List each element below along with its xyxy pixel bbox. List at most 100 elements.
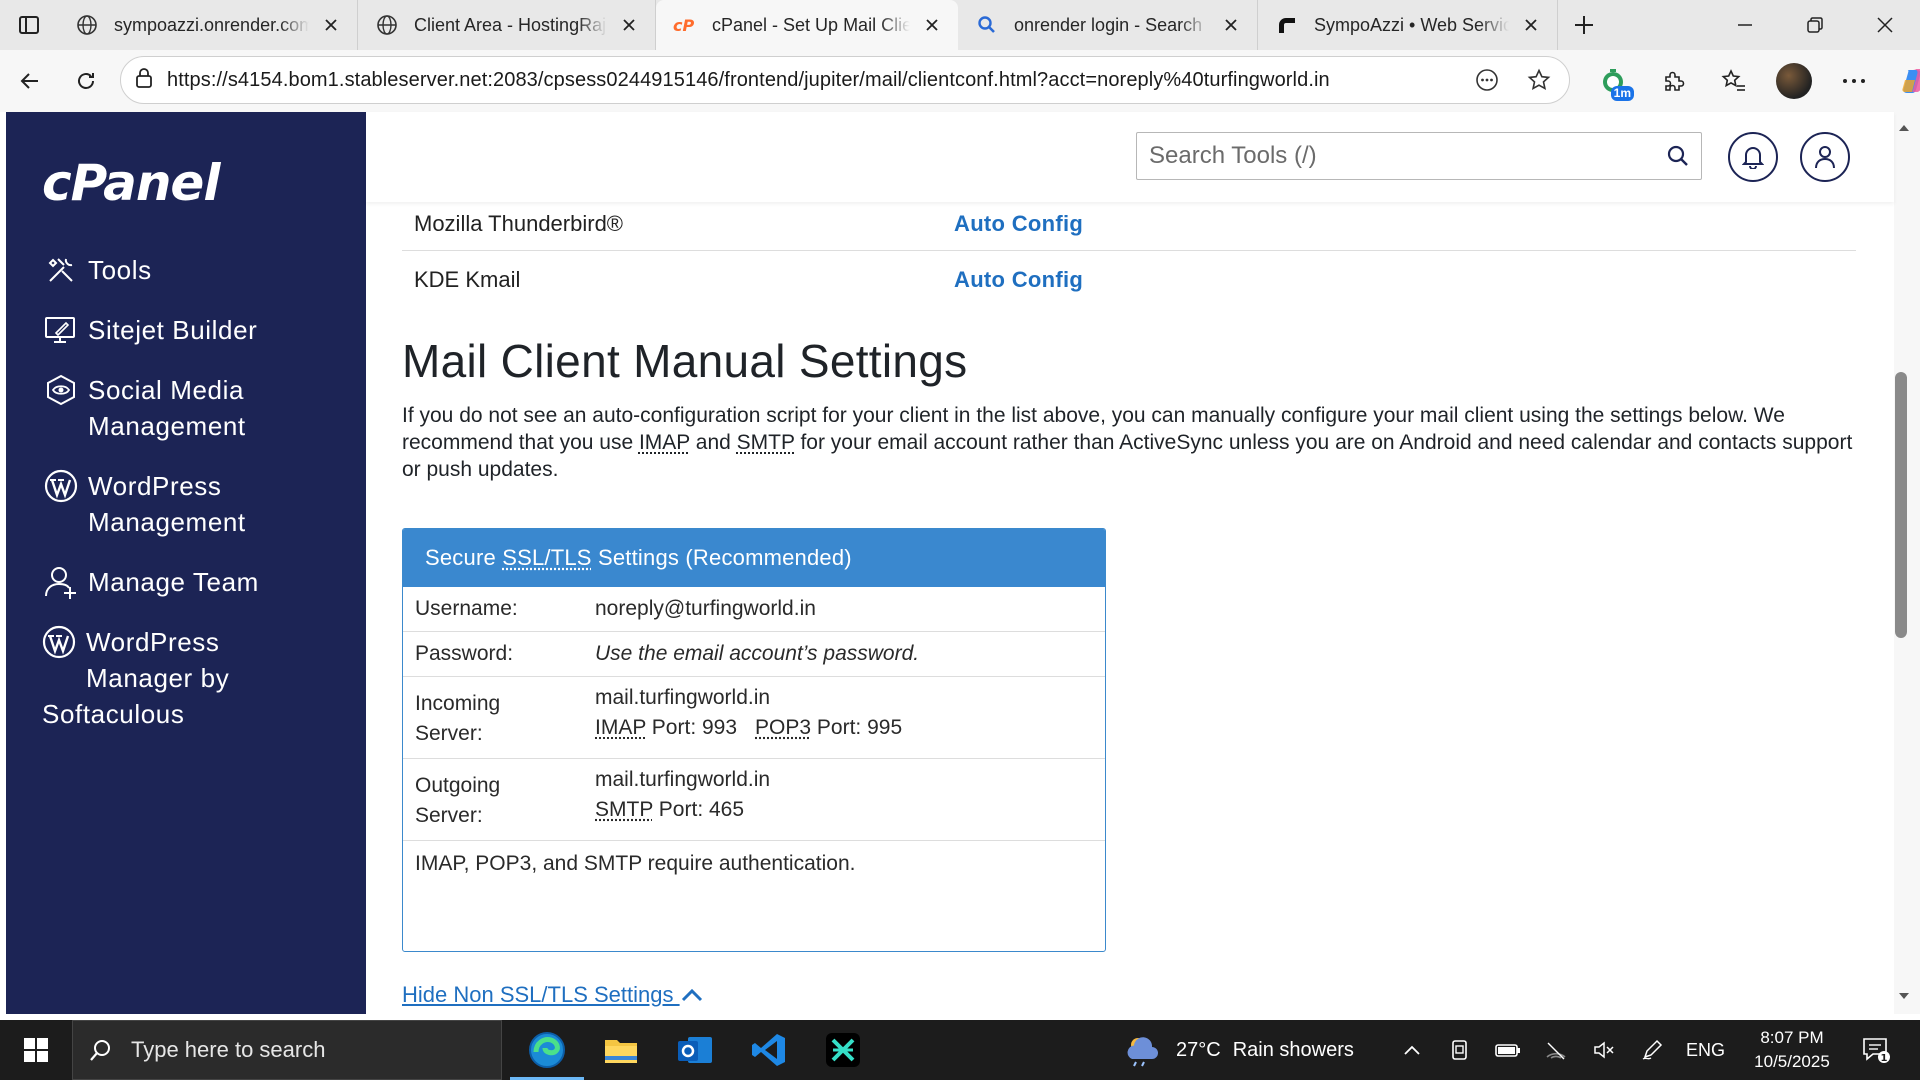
user-menu-button[interactable] — [1800, 132, 1850, 182]
pen-menu-button[interactable] — [1628, 1020, 1676, 1080]
search-icon[interactable] — [1655, 133, 1701, 179]
favorite-star-icon[interactable] — [1517, 58, 1561, 102]
minimize-button[interactable] — [1710, 0, 1780, 50]
volume-button[interactable] — [1580, 1020, 1628, 1080]
sidebar-item-label: Tools — [88, 252, 328, 288]
close-icon[interactable] — [1219, 13, 1243, 37]
close-icon[interactable] — [1519, 13, 1543, 37]
start-button[interactable] — [0, 1020, 72, 1080]
network-button[interactable] — [1532, 1020, 1580, 1080]
sidebar-item-wordpress-management[interactable]: WordPress Management — [42, 468, 328, 540]
browser-tab[interactable]: SympoAzzi • Web Service — [1258, 0, 1558, 50]
outgoing-host: mail.turfingworld.in — [595, 768, 770, 791]
copilot-icon — [1899, 66, 1920, 96]
close-icon[interactable] — [319, 13, 343, 37]
reload-button[interactable] — [60, 55, 112, 107]
show-hidden-icons-button[interactable] — [1388, 1020, 1436, 1080]
team-icon — [42, 564, 80, 600]
taskbar-clock[interactable]: 8:07 PM 10/5/2025 — [1740, 1026, 1844, 1074]
auth-note: IMAP, POP3, and SMTP require authenticat… — [415, 849, 1015, 879]
client-name: Mozilla Thunderbird® — [402, 211, 954, 237]
smtp-port: Port: 465 — [653, 798, 744, 821]
incoming-server-row: Incoming Server: mail.turfingworld.in IMA… — [403, 677, 1105, 759]
lock-icon[interactable] — [135, 67, 153, 94]
sidebar-item-tools[interactable]: Tools — [42, 252, 328, 288]
new-tab-button[interactable] — [1558, 0, 1610, 50]
notifications-button[interactable] — [1728, 132, 1778, 182]
sidebar-item-social-media-management[interactable]: Social Media Management — [42, 372, 328, 444]
sidebar-item-label: WordPress — [86, 624, 229, 660]
favorites-list-icon — [1721, 68, 1747, 94]
reader-options-icon[interactable] — [1465, 58, 1509, 102]
copilot-button[interactable] — [1884, 55, 1920, 107]
taskbar-app-edge[interactable] — [510, 1020, 584, 1080]
hide-non-ssl-settings-link[interactable]: Hide Non SSL/TLS Settings — [402, 982, 704, 1008]
close-window-button[interactable] — [1850, 0, 1920, 50]
cpanel-logo[interactable]: cPanel — [42, 154, 219, 212]
wordpress-icon — [42, 468, 80, 504]
sidebar-item-label: Softaculous — [42, 696, 229, 732]
username-label: Username: — [415, 594, 575, 624]
browser-tab[interactable]: onrender login - Search — [958, 0, 1258, 50]
label-line: Incoming — [415, 692, 500, 715]
profile-button[interactable] — [1764, 55, 1824, 107]
panel-title-text: Settings (Recommended) — [592, 545, 852, 571]
auto-config-link[interactable]: Auto Config — [954, 211, 1083, 237]
browser-tab-active[interactable]: cP cPanel - Set Up Mail Client — [656, 0, 958, 50]
taskbar-search-box[interactable]: Type here to search — [72, 1020, 502, 1080]
user-icon — [1814, 145, 1836, 169]
scrollbar-thumb[interactable] — [1895, 372, 1907, 638]
username-value: noreply@turfingworld.in — [595, 594, 816, 624]
back-button[interactable] — [4, 55, 56, 107]
auto-config-link[interactable]: Auto Config — [954, 267, 1083, 293]
sidebar-item-wordpress-manager-softaculous[interactable]: WordPress Manager by Softaculous — [42, 624, 229, 732]
app-icon — [825, 1032, 861, 1068]
close-icon[interactable] — [617, 13, 641, 37]
label-line: Server: — [415, 804, 483, 827]
main-content: Mozilla Thunderbird® Auto Config KDE Kma… — [366, 202, 1894, 1014]
sidebar-item-label: Sitejet Builder — [88, 312, 328, 348]
meet-now-button[interactable] — [1436, 1020, 1484, 1080]
search-tools-input[interactable] — [1149, 142, 1655, 170]
restore-icon — [1807, 17, 1823, 33]
scroll-up-arrow-icon[interactable] — [1894, 118, 1914, 138]
tools-icon — [42, 252, 80, 288]
url-text[interactable]: https://s4154.bom1.stableserver.net:2083… — [167, 69, 1465, 92]
tab-actions-button[interactable] — [0, 0, 58, 50]
window-controls — [1710, 0, 1920, 50]
notification-center-button[interactable]: 1 — [1846, 1020, 1906, 1080]
extension-timer-button[interactable]: 1m — [1584, 55, 1644, 107]
scroll-down-arrow-icon[interactable] — [1894, 986, 1914, 1006]
browser-tab[interactable]: sympoazzi.onrender.com/a — [58, 0, 358, 50]
taskbar-app-vscode[interactable] — [732, 1020, 806, 1080]
windows-taskbar: Type here to search 27°C Rain showers EN… — [0, 1020, 1920, 1080]
username-row: Username: noreply@turfingworld.in — [403, 587, 1105, 632]
globe-icon — [74, 12, 100, 38]
clock-time: 8:07 PM — [1740, 1026, 1844, 1050]
browser-tab[interactable]: Client Area - HostingRaja — [358, 0, 656, 50]
battery-button[interactable] — [1484, 1020, 1532, 1080]
input-language[interactable]: ENG — [1676, 1040, 1735, 1061]
password-value: Use the email account’s password. — [595, 639, 919, 669]
taskbar-app-capcut[interactable] — [806, 1020, 880, 1080]
weather-widget[interactable]: 27°C Rain showers — [1122, 1020, 1354, 1080]
imap-abbr: IMAP — [595, 716, 646, 739]
clock-date: 10/5/2025 — [1740, 1050, 1844, 1074]
smtp-abbr: SMTP — [595, 798, 653, 821]
taskbar-app-file-explorer[interactable] — [584, 1020, 658, 1080]
sidebar-item-manage-team[interactable]: Manage Team — [42, 564, 328, 600]
incoming-server-value: mail.turfingworld.in IMAP Port: 993 POP3 … — [595, 683, 902, 743]
close-icon[interactable] — [920, 13, 944, 37]
restore-button[interactable] — [1780, 0, 1850, 50]
extensions-button[interactable] — [1644, 55, 1704, 107]
reload-icon — [74, 69, 98, 93]
settings-menu-button[interactable] — [1824, 55, 1884, 107]
search-tools-box[interactable] — [1136, 132, 1702, 180]
address-bar[interactable]: https://s4154.bom1.stableserver.net:2083… — [120, 56, 1570, 104]
favorites-button[interactable] — [1704, 55, 1764, 107]
sidebar-item-sitejet-builder[interactable]: Sitejet Builder — [42, 312, 328, 348]
tab-title: onrender login - Search — [1014, 15, 1209, 36]
auth-note-row: IMAP, POP3, and SMTP require authenticat… — [403, 841, 1105, 889]
taskbar-app-outlook[interactable] — [658, 1020, 732, 1080]
password-row: Password: Use the email account’s passwo… — [403, 632, 1105, 677]
